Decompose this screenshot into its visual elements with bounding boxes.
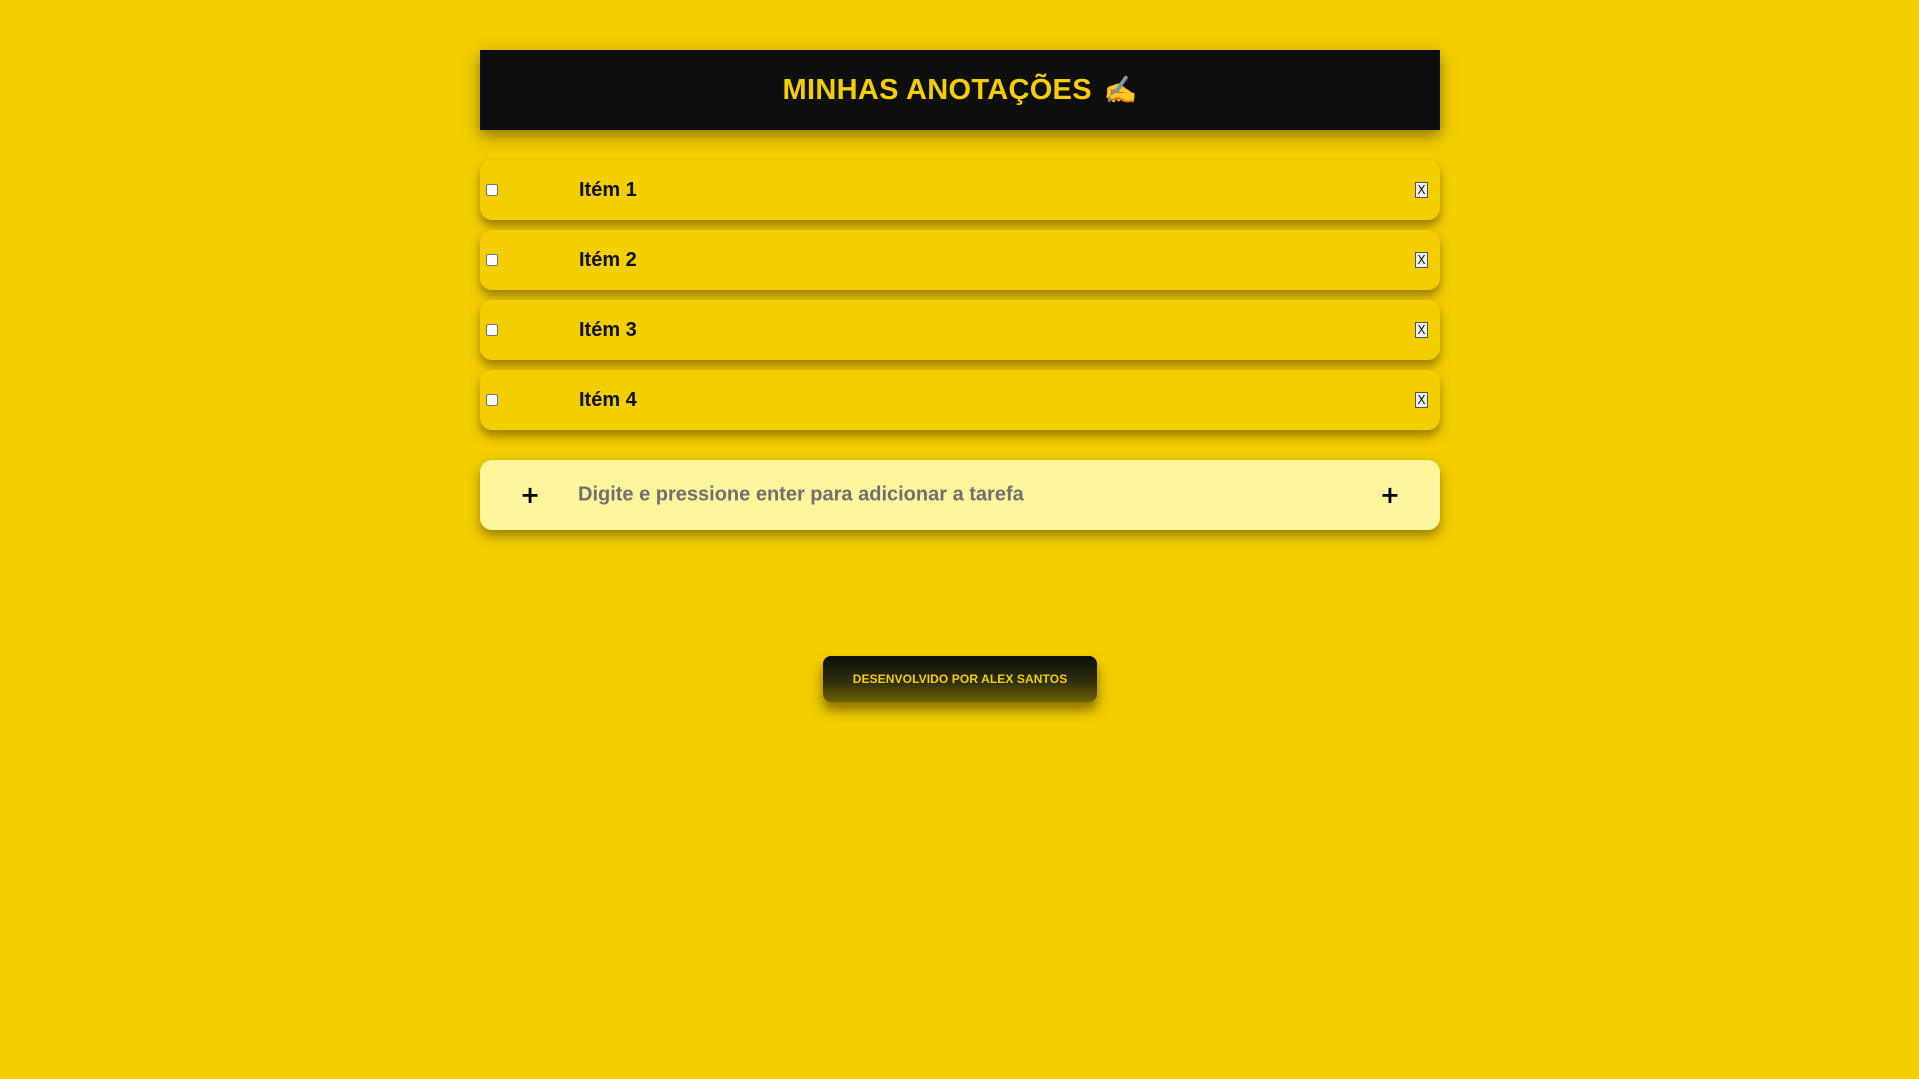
app-header: MINHAS ANOTAÇÕES ✍️	[480, 50, 1440, 130]
developer-credit-text: DESENVOLVIDO POR ALEX SANTOS	[852, 672, 1068, 686]
add-task-bar: + +	[480, 460, 1440, 530]
task-item: Itém 4 X	[480, 370, 1440, 430]
developer-credit-badge[interactable]: DESENVOLVIDO POR ALEX SANTOS	[823, 656, 1097, 702]
task-list: Itém 1 X Itém 2 X Itém 3 X Itém 4 X	[480, 160, 1440, 430]
new-task-input[interactable]	[576, 482, 1280, 508]
writing-hand-icon: ✍️	[1103, 75, 1138, 105]
task-label: Itém 2	[579, 248, 637, 271]
page-title: MINHAS ANOTAÇÕES	[782, 73, 1092, 106]
task-item: Itém 1 X	[480, 160, 1440, 220]
task-checkbox[interactable]	[486, 324, 498, 336]
delete-task-button[interactable]: X	[1415, 322, 1428, 338]
app-container: MINHAS ANOTAÇÕES ✍️ Itém 1 X Itém 2 X It…	[480, 50, 1440, 530]
task-checkbox[interactable]	[486, 184, 498, 196]
task-item: Itém 2 X	[480, 230, 1440, 290]
task-item: Itém 3 X	[480, 300, 1440, 360]
task-label: Itém 1	[579, 178, 637, 201]
task-checkbox[interactable]	[486, 254, 498, 266]
delete-task-button[interactable]: X	[1415, 252, 1428, 268]
add-task-button[interactable]: +	[1380, 481, 1400, 509]
task-checkbox[interactable]	[486, 394, 498, 406]
delete-task-button[interactable]: X	[1415, 182, 1428, 198]
plus-icon[interactable]: +	[520, 481, 540, 509]
task-label: Itém 4	[579, 388, 637, 411]
delete-task-button[interactable]: X	[1415, 392, 1428, 408]
task-label: Itém 3	[579, 318, 637, 341]
